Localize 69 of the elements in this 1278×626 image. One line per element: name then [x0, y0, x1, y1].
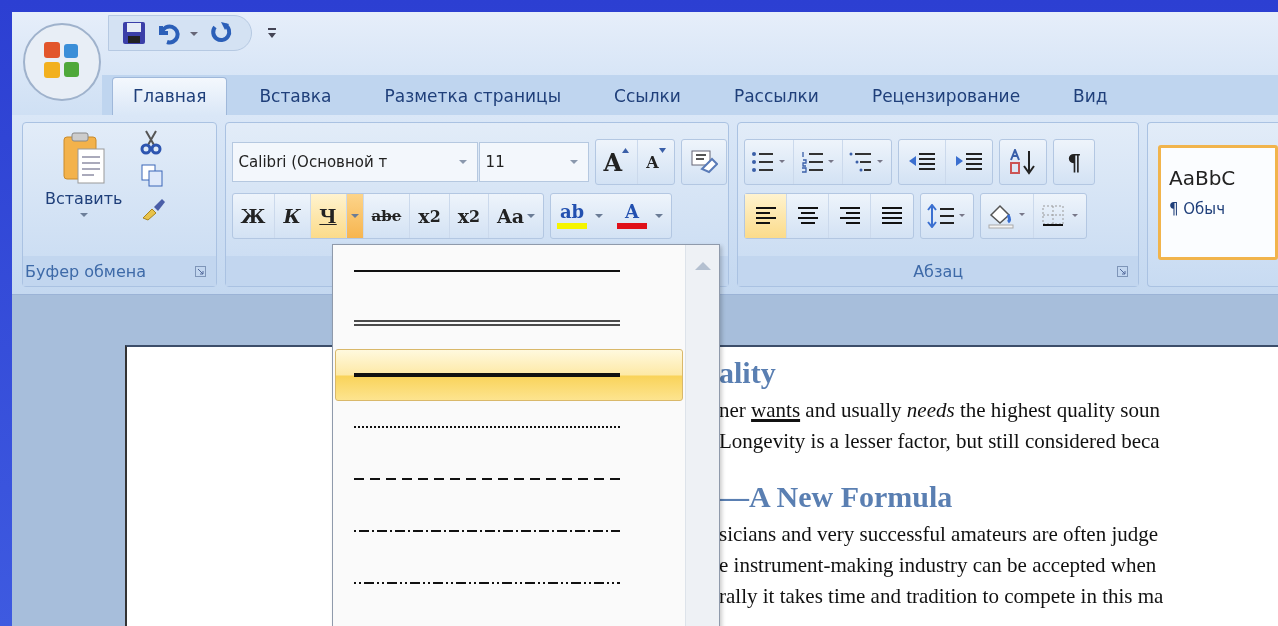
- borders-icon: [1040, 204, 1081, 228]
- save-icon[interactable]: [121, 19, 147, 46]
- text-line: Longevity is a lesser factor, but still considered beca: [719, 428, 1161, 455]
- paste-button[interactable]: Вставить: [41, 127, 127, 256]
- style-gallery-item[interactable]: AaBbC ¶ Обыч: [1158, 145, 1278, 260]
- eraser-icon: [689, 149, 718, 175]
- customize-caret-icon[interactable]: [266, 25, 278, 40]
- copy-icon[interactable]: [140, 163, 165, 187]
- format-button[interactable]: abe: [363, 194, 411, 238]
- caret-icon[interactable]: [595, 213, 604, 219]
- scissors-icon[interactable]: [140, 129, 163, 155]
- shrink-font-button[interactable]: A: [638, 140, 674, 184]
- align-justify-icon: [880, 206, 905, 226]
- caret-icon[interactable]: [655, 213, 664, 219]
- caret-icon[interactable]: [569, 159, 578, 165]
- ribbon-tab[interactable]: Разметка страницы: [363, 77, 583, 115]
- format-button[interactable]: Ч: [310, 194, 347, 238]
- font-size-field[interactable]: 11: [478, 142, 589, 182]
- format-button[interactable]: Ж: [232, 194, 275, 238]
- numbered-list-icon: [800, 151, 837, 173]
- text-line: rally it takes time and tradition to compete in this ma: [719, 583, 1165, 610]
- ribbon-tab[interactable]: Главная: [112, 77, 228, 115]
- dialog-launcher-icon[interactable]: [194, 266, 206, 277]
- format-button[interactable]: Aa: [489, 194, 544, 238]
- ribbon-tab[interactable]: Рецензирование: [850, 77, 1042, 115]
- multilevel-list-icon: [849, 151, 886, 173]
- align-button[interactable]: [745, 194, 788, 238]
- underline-sample-icon: [354, 475, 620, 483]
- align-center-icon: [795, 206, 820, 226]
- caret-icon: [350, 213, 359, 219]
- show-marks-button[interactable]: ¶: [1054, 140, 1095, 184]
- underline-style-item[interactable]: [335, 349, 683, 401]
- text-line: sicians and very successful amateurs are often judge: [719, 521, 1160, 548]
- underline-sample-icon: [354, 371, 620, 379]
- color-button[interactable]: ab: [551, 194, 594, 238]
- color-button[interactable]: A: [611, 194, 654, 238]
- ribbon-tab[interactable]: Ссылки: [593, 77, 702, 115]
- underline-sample-icon: [354, 267, 620, 275]
- office-button[interactable]: [22, 22, 102, 102]
- align-left-icon: [753, 206, 778, 226]
- format-button[interactable]: К: [274, 194, 311, 238]
- underline-sample-icon: [354, 423, 620, 431]
- underline-sample-icon: [354, 319, 620, 327]
- ribbon-tab[interactable]: Вид: [1052, 77, 1129, 115]
- ribbon-tab[interactable]: Рассылки: [712, 77, 840, 115]
- font-name-field[interactable]: Calibri (Основной т: [231, 142, 478, 182]
- text-line: ner wants and usually needs the highest quality soun: [719, 397, 1161, 424]
- underline-sample-icon: [354, 579, 620, 587]
- indent-icon: [954, 151, 985, 173]
- dialog-launcher-icon[interactable]: [1117, 266, 1128, 277]
- text-line: e instrument-making industry can be accepted when: [719, 552, 1158, 579]
- bullet-list-icon: [751, 151, 788, 173]
- underline-sample-icon: [354, 527, 620, 535]
- line-spacing-icon: [927, 204, 968, 228]
- group-label: Буфер обмена: [25, 261, 147, 281]
- heading: —A New Formula: [719, 479, 954, 515]
- up-caret-icon: [622, 148, 630, 153]
- caret-icon: [658, 148, 666, 153]
- grow-font-button[interactable]: A: [595, 140, 639, 184]
- clipboard-icon: [61, 131, 106, 185]
- heading: ality: [719, 355, 777, 391]
- outdent-icon: [907, 151, 938, 173]
- ribbon-tab[interactable]: Вставка: [238, 77, 353, 115]
- group-label: Абзац: [913, 261, 964, 281]
- align-right-icon: [837, 206, 862, 226]
- caret-icon[interactable]: [458, 159, 467, 165]
- paint-bucket-icon: [987, 203, 1028, 229]
- caret-icon: [527, 213, 536, 219]
- caret-icon: [78, 212, 89, 218]
